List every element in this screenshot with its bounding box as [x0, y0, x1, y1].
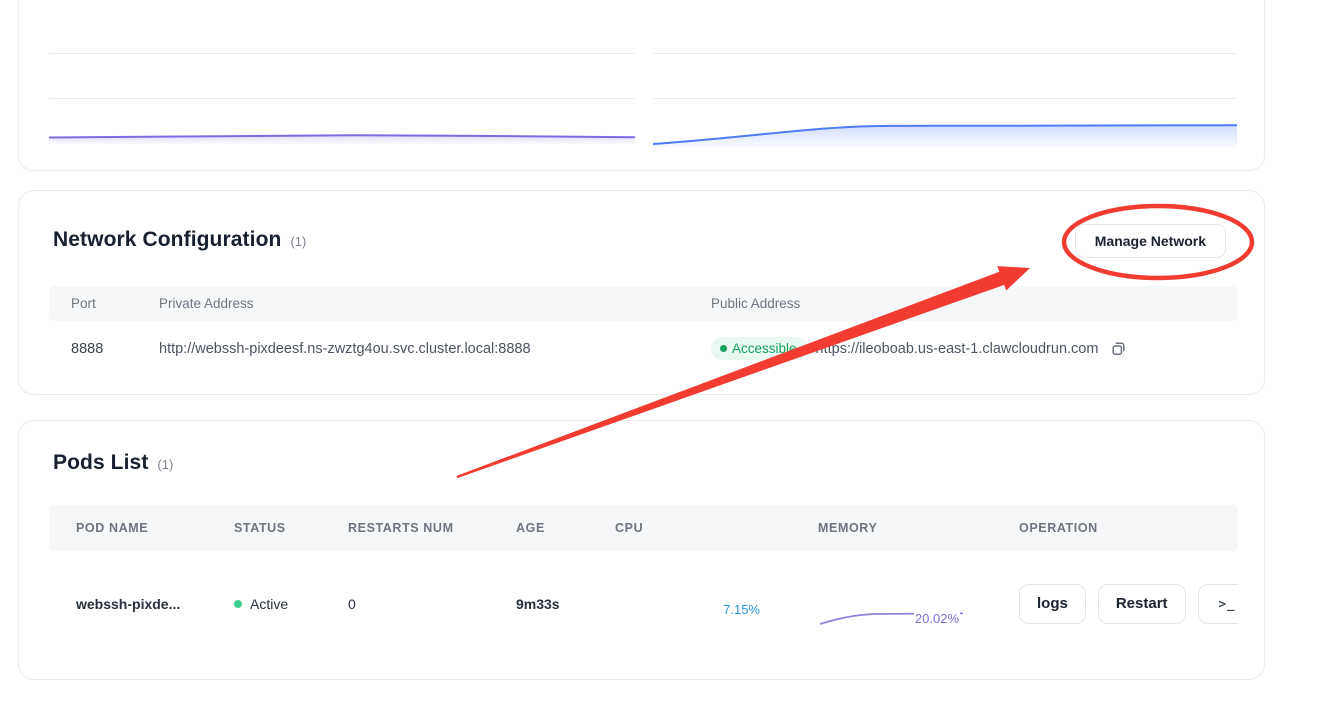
manage-network-button[interactable]: Manage Network — [1075, 224, 1226, 258]
pod-status-cell: Active — [234, 596, 348, 612]
monitor-chart-left — [49, 0, 635, 172]
restart-button[interactable]: Restart — [1098, 584, 1186, 624]
pods-section-title: Pods List (1) — [53, 451, 173, 475]
public-address-link[interactable]: https://ileoboab.us-east-1.clawcloudrun.… — [816, 341, 1099, 357]
pod-operation-cell: logs Restart >_ — [1019, 584, 1238, 624]
column-operation: OPERATION — [1019, 521, 1238, 535]
cpu-value: 7.15% — [723, 602, 760, 617]
accessible-dot-icon — [720, 345, 727, 352]
column-private-address: Private Address — [159, 296, 711, 311]
accessible-label: Accessible — [732, 341, 797, 356]
pods-table-header: POD NAME STATUS RESTARTS NUM AGE CPU MEM… — [49, 505, 1238, 551]
pod-memory-cell: 20.02% — [818, 582, 1019, 626]
copy-icon[interactable] — [1110, 340, 1127, 357]
memory-sparkline: 20.02% — [818, 582, 965, 626]
memory-value: 20.02% — [914, 611, 960, 626]
column-port: Port — [71, 296, 159, 311]
network-section-title: Network Configuration (1) — [53, 228, 306, 252]
column-status: STATUS — [234, 521, 348, 535]
purple-area-chart — [49, 0, 635, 172]
public-address-cell: Accessible https://ileoboab.us-east-1.cl… — [711, 337, 1238, 360]
pods-table-row: webssh-pixde... Active 0 9m33s 7.15% — [49, 551, 1238, 656]
logs-button[interactable]: logs — [1019, 584, 1086, 624]
column-age: AGE — [516, 521, 615, 535]
pod-status-value: Active — [250, 596, 288, 612]
active-dot-icon — [234, 600, 242, 608]
private-address-value: http://webssh-pixdeesf.ns-zwztg4ou.svc.c… — [159, 341, 711, 357]
column-cpu: CPU — [615, 521, 818, 535]
network-configuration-card: Network Configuration (1) Manage Network… — [18, 190, 1265, 395]
monitor-card — [18, 0, 1265, 171]
cpu-sparkline: 7.15% — [615, 582, 766, 626]
column-restarts-num: RESTARTS NUM — [348, 521, 516, 535]
accessible-badge: Accessible — [711, 337, 808, 360]
blue-area-chart — [653, 0, 1237, 172]
port-value: 8888 — [71, 341, 159, 357]
network-table-header: Port Private Address Public Address — [49, 286, 1238, 321]
pod-cpu-cell: 7.15% — [615, 582, 818, 626]
terminal-button[interactable]: >_ — [1198, 584, 1238, 624]
network-table-row: 8888 http://webssh-pixdeesf.ns-zwztg4ou.… — [49, 321, 1238, 376]
monitor-chart-right — [653, 0, 1237, 172]
pod-age-value: 9m33s — [516, 596, 615, 612]
network-title: Network Configuration — [53, 228, 281, 252]
pod-name-value: webssh-pixde... — [76, 596, 234, 612]
network-count: (1) — [290, 234, 306, 249]
column-memory: MEMORY — [818, 521, 1019, 535]
pods-title: Pods List — [53, 451, 148, 475]
terminal-icon: >_ — [1219, 596, 1236, 611]
pods-count: (1) — [157, 457, 173, 472]
column-pod-name: POD NAME — [76, 521, 234, 535]
column-public-address: Public Address — [711, 296, 1238, 311]
pods-list-card: Pods List (1) POD NAME STATUS RESTARTS N… — [18, 420, 1265, 680]
pod-restarts-value: 0 — [348, 596, 516, 612]
